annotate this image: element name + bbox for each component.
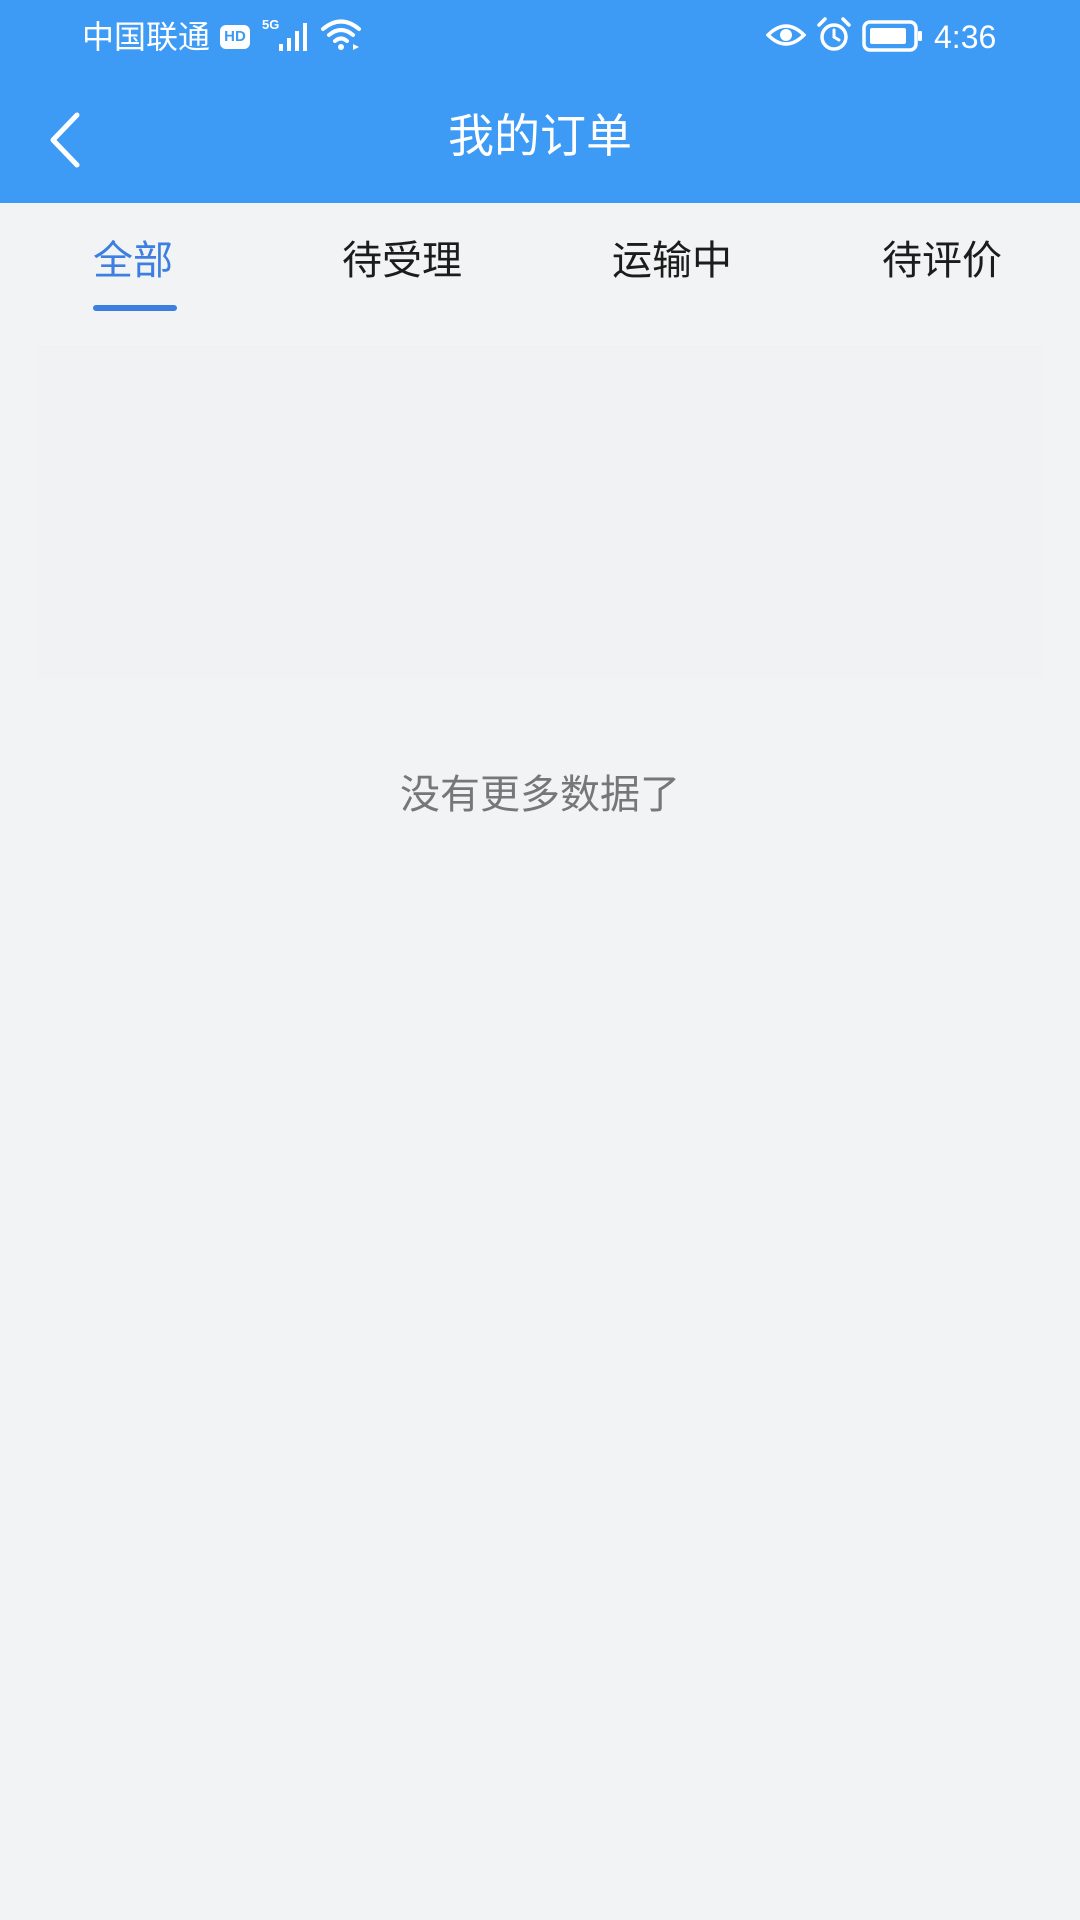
status-bar: 中国联通 HD 5G 4:36 [0,0,1080,75]
eye-icon [766,24,806,46]
app-header: 中国联通 HD 5G 4:36 我的订单 [0,0,1080,203]
tab-pending-review[interactable]: 待评价 [882,231,1002,291]
tab-pending-acceptance[interactable]: 待受理 [342,231,462,291]
battery-icon [862,20,922,52]
hd-icon: HD [220,17,250,57]
network-type: 5G [262,17,280,32]
alarm-icon [817,17,851,51]
empty-state-message: 没有更多数据了 [400,772,680,818]
wifi-icon [321,19,361,50]
hd-badge: HD [220,25,250,49]
tab-all[interactable]: 全部 [93,231,173,291]
order-list [38,348,1042,678]
order-status-tabs: 全部 待受理 运输中 待评价 [0,203,1080,323]
carrier-name: 中国联通 [82,18,211,56]
tab-in-transit[interactable]: 运输中 [612,231,732,291]
status-time: 4:36 [934,19,997,55]
signal-icon [279,23,307,51]
active-tab-indicator [93,305,177,311]
page-title: 我的订单 [448,109,632,163]
